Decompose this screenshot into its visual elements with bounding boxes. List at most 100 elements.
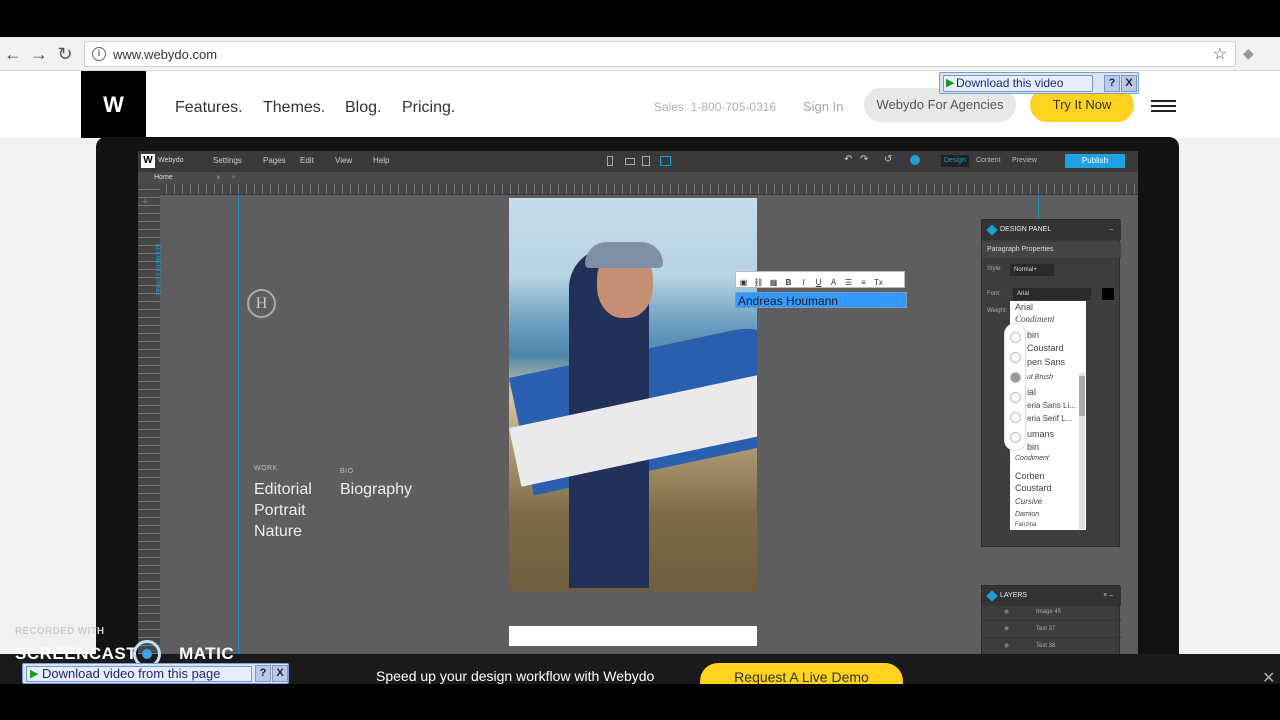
layer-row[interactable]: ◉ Text 38	[982, 638, 1121, 654]
sign-in-link[interactable]: Sign In	[803, 99, 843, 114]
close-button[interactable]: X	[272, 665, 288, 682]
close-button[interactable]: X	[1121, 75, 1137, 92]
second-photo[interactable]	[509, 626, 757, 646]
history-icon[interactable]: ↺	[884, 154, 892, 165]
work-label[interactable]: WORK	[254, 465, 278, 472]
bookmark-star-icon[interactable]: ☆	[1213, 44, 1227, 64]
minimize-icon[interactable]: × –	[1103, 586, 1113, 606]
image-icon[interactable]: ▣	[736, 275, 751, 290]
bio-label[interactable]: BIO	[340, 468, 354, 475]
add-page-icon[interactable]: +	[231, 172, 236, 182]
font-option[interactable]: Condiment	[1015, 314, 1055, 324]
font-option[interactable]: Coustard	[1015, 483, 1052, 493]
style-select[interactable]: Normal+	[1010, 264, 1054, 276]
desktop-view-icon[interactable]	[660, 156, 671, 166]
font-option[interactable]: Arial	[1015, 302, 1033, 312]
paragraph-properties[interactable]: Paragraph Properties	[982, 242, 1121, 258]
font-option[interactable]: Coustard	[1027, 343, 1064, 353]
font-option[interactable]: eria Sans Li...	[1027, 401, 1076, 410]
radio-option[interactable]	[1010, 352, 1021, 363]
mode-content[interactable]: Content	[973, 155, 1004, 167]
menu-settings[interactable]: Settings	[213, 156, 242, 165]
tab-home[interactable]: Home	[154, 174, 173, 181]
font-option[interactable]: pen Sans	[1027, 357, 1065, 367]
menu-help[interactable]: Help	[373, 156, 389, 165]
nav-blog[interactable]: Blog.	[345, 99, 381, 117]
hamburger-menu-icon[interactable]	[1151, 100, 1176, 112]
numbered-list-icon[interactable]: ≡	[856, 275, 871, 290]
font-option[interactable]: Cursive	[1015, 497, 1042, 506]
link-icon[interactable]: ⛓	[751, 275, 766, 290]
add-element-icon[interactable]: +	[142, 196, 148, 208]
font-option[interactable]: ut Brush	[1027, 374, 1053, 381]
mobile-landscape-icon[interactable]	[625, 158, 635, 165]
mobile-view-icon[interactable]	[607, 156, 613, 166]
download-page-button[interactable]: Download video from this page	[26, 666, 252, 682]
bold-icon[interactable]: B	[781, 275, 796, 290]
guide-line[interactable]	[238, 195, 239, 654]
table-icon[interactable]: ▦	[766, 275, 781, 290]
radio-option[interactable]	[1010, 412, 1021, 423]
font-option[interactable]: bin	[1027, 442, 1039, 452]
layer-row[interactable]: ◉ Image 45	[982, 604, 1121, 621]
eye-icon[interactable]: ◉	[1004, 621, 1009, 638]
back-icon[interactable]: ←	[2, 43, 24, 65]
help-button[interactable]: ?	[255, 665, 271, 682]
close-icon[interactable]: ✕	[1262, 668, 1275, 684]
font-option[interactable]: bin	[1027, 330, 1039, 340]
radio-option[interactable]	[1010, 332, 1021, 343]
address-bar[interactable]: i www.webydo.com ☆	[84, 41, 1236, 67]
font-option[interactable]: umans	[1027, 429, 1054, 439]
font-option[interactable]: ial	[1027, 387, 1036, 397]
reload-icon[interactable]: ↻	[54, 43, 76, 65]
request-demo-button[interactable]: Request A Live Demo	[700, 663, 903, 684]
font-option[interactable]: Fanzina	[1015, 522, 1036, 528]
dropdown-scrollbar-thumb[interactable]	[1079, 376, 1085, 416]
bio-item-biography[interactable]: Biography	[340, 479, 412, 500]
tablet-view-icon[interactable]	[642, 156, 650, 166]
nav-pricing[interactable]: Pricing.	[402, 99, 455, 117]
radio-option[interactable]	[1010, 372, 1021, 383]
work-item-nature[interactable]: Nature	[254, 521, 302, 542]
font-color-icon[interactable]: A	[826, 275, 841, 290]
publish-button[interactable]: Publish	[1065, 154, 1125, 168]
italic-icon[interactable]: I	[796, 275, 811, 290]
close-tab-icon[interactable]: ×	[216, 173, 221, 182]
eye-icon[interactable]: ◉	[1004, 604, 1009, 621]
radio-option[interactable]	[1010, 392, 1021, 403]
help-button[interactable]: ?	[1104, 75, 1120, 92]
info-icon[interactable]: i	[92, 47, 106, 61]
menu-edit[interactable]: Edit	[300, 156, 314, 165]
font-option[interactable]: eria Serif L...	[1027, 414, 1072, 423]
radio-option[interactable]	[1010, 432, 1021, 443]
clear-format-icon[interactable]: Tx	[871, 275, 886, 290]
work-item-portrait[interactable]: Portrait	[254, 500, 306, 521]
nav-features[interactable]: Features.	[175, 99, 243, 117]
extension-icon[interactable]: ◆	[1243, 45, 1261, 63]
surfer-photo[interactable]	[509, 198, 757, 591]
redo-icon[interactable]: ↷	[860, 154, 868, 165]
eye-icon[interactable]: ◉	[1004, 638, 1009, 654]
font-option[interactable]: Condiment	[1015, 455, 1049, 462]
minimize-icon[interactable]: –	[1109, 220, 1113, 240]
undo-icon[interactable]: ↶	[844, 154, 852, 165]
layer-row[interactable]: ◉ Text 37	[982, 621, 1121, 638]
download-video-button[interactable]: Download this video	[943, 75, 1093, 92]
work-item-editorial[interactable]: Editorial	[254, 479, 312, 500]
monogram-logo[interactable]: H	[247, 289, 276, 318]
webydo-logo[interactable]: W	[81, 71, 146, 138]
mode-design[interactable]: Design	[941, 155, 969, 167]
forward-icon[interactable]: →	[28, 43, 50, 65]
elements-panel-label[interactable]: ELEMENTS PANEL	[138, 244, 160, 297]
font-option[interactable]: Corben	[1015, 471, 1045, 481]
underline-icon[interactable]: U	[811, 275, 826, 290]
nav-themes[interactable]: Themes.	[263, 99, 325, 117]
bullet-list-icon[interactable]: ☰	[841, 275, 856, 290]
menu-pages[interactable]: Pages	[263, 156, 286, 165]
menu-view[interactable]: View	[335, 156, 352, 165]
font-color-swatch[interactable]	[1102, 288, 1114, 300]
mode-preview[interactable]: Preview	[1009, 155, 1040, 167]
font-option[interactable]: Damion	[1015, 511, 1039, 518]
font-select[interactable]: Arial	[1013, 288, 1091, 300]
selected-text-box[interactable]: Andreas Houmann	[735, 292, 907, 308]
